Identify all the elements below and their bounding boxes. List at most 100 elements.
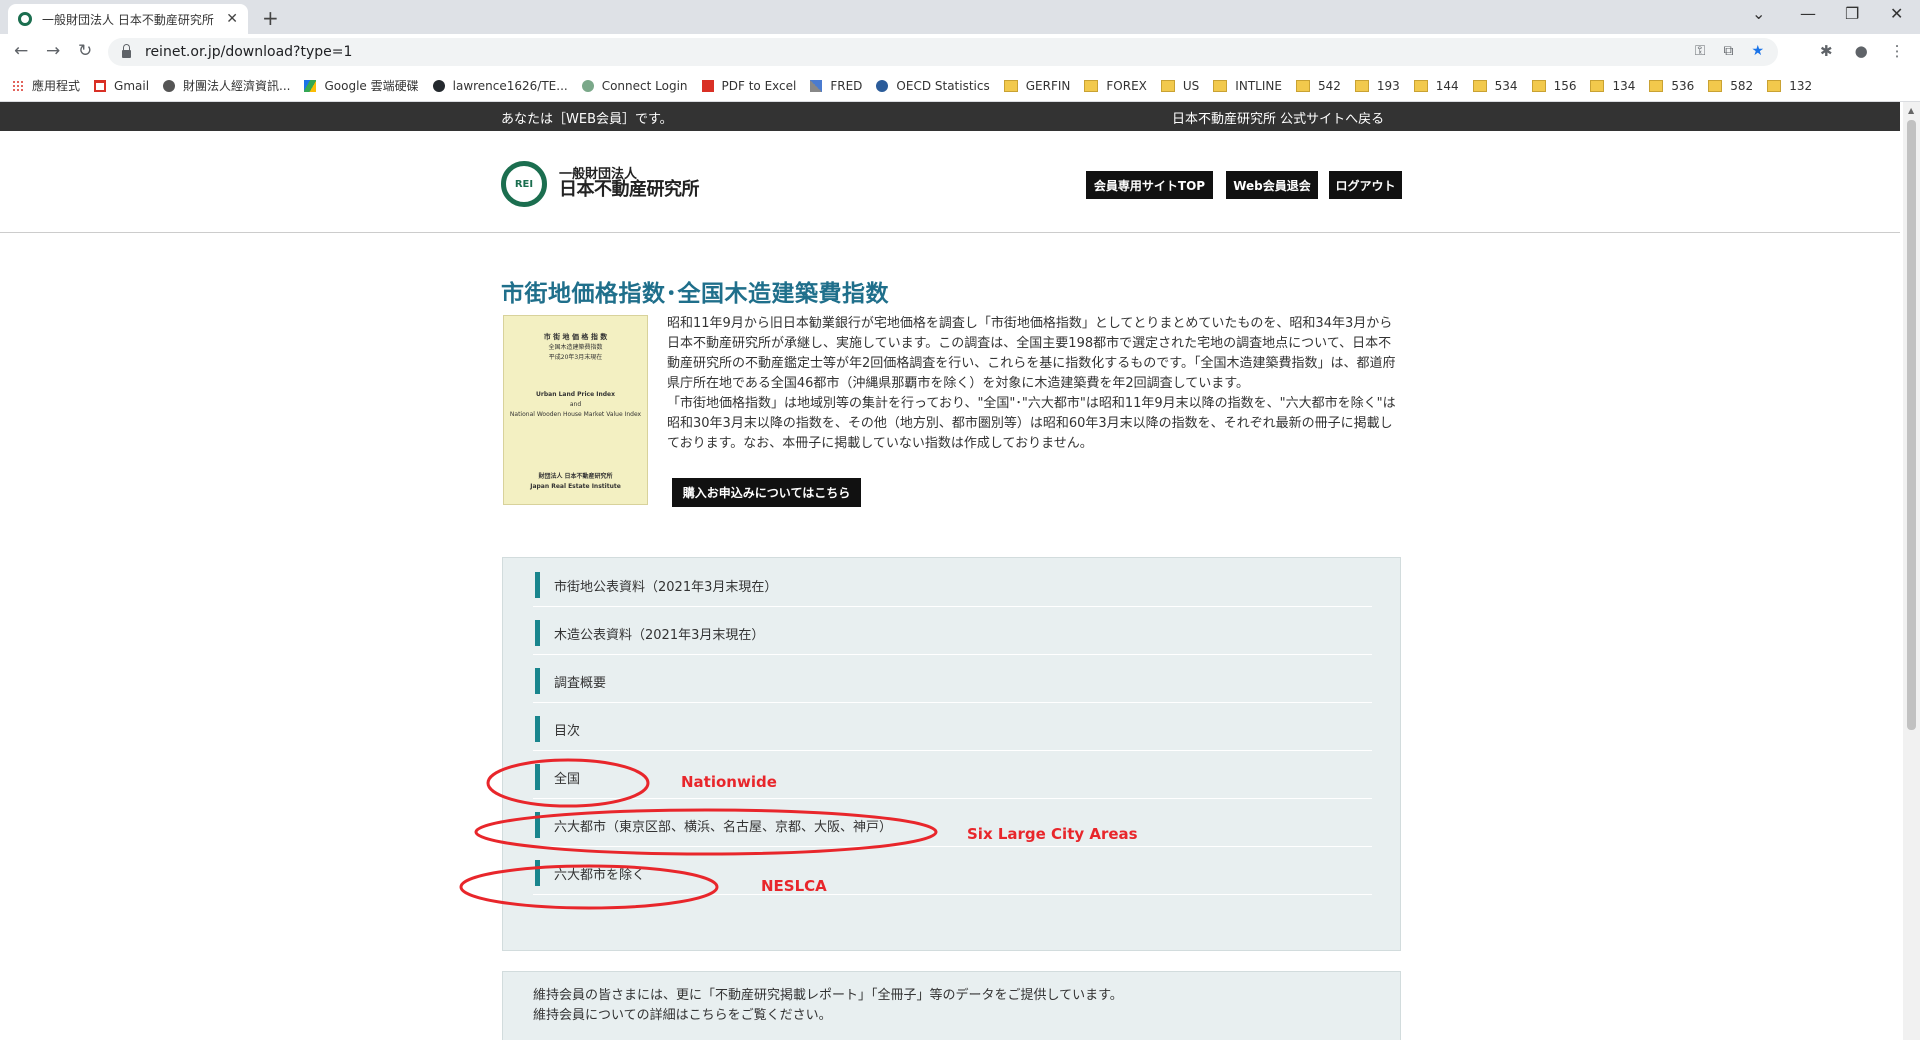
bookmark-item[interactable]: 582: [1708, 79, 1753, 93]
folder-icon: [1413, 79, 1428, 92]
bookmark-star-icon[interactable]: ★: [1751, 43, 1764, 59]
folder-icon: [1354, 79, 1369, 92]
url-text[interactable]: reinet.or.jp/download?type=1: [145, 44, 352, 60]
translate-icon[interactable]: ⧉: [1723, 43, 1733, 59]
bookmark-label: 財團法人經濟資訊...: [183, 79, 291, 93]
page-viewport: あなたは［WEB会員］です。 日本不動産研究所 公式サイトへ戻る REI 一般財…: [0, 102, 1900, 1040]
bookmark-label: FRED: [830, 78, 863, 93]
bookmark-item[interactable]: 132: [1767, 79, 1812, 93]
bookmark-item[interactable]: 156: [1531, 78, 1577, 93]
rei-favicon-icon: [18, 12, 32, 26]
folder-icon: [1767, 79, 1782, 92]
bookmark-label: 582: [1730, 78, 1754, 93]
bookmark-label: Connect Login: [601, 78, 688, 93]
bookmark-label: Google 雲端硬碟: [324, 79, 419, 93]
bookmark-label: INTLINE: [1235, 78, 1282, 93]
bookmark-item[interactable]: lawrence1626/TE...: [432, 78, 568, 93]
annotation-six-large: Six Large City Areas: [967, 825, 1138, 843]
bookmark-item[interactable]: 應用程式: [12, 77, 80, 94]
folder-icon: [1295, 79, 1310, 92]
bookmark-label: 534: [1494, 78, 1518, 93]
bookmark-item[interactable]: Gmail: [94, 79, 149, 93]
bookmark-label: 536: [1671, 78, 1695, 93]
annotation-nationwide: Nationwide: [681, 773, 777, 791]
bookmark-item[interactable]: FOREX: [1084, 79, 1147, 93]
scroll-up-icon[interactable]: ▲: [1908, 106, 1914, 115]
extensions-icon[interactable]: ✱: [1820, 42, 1833, 60]
bookmark-item[interactable]: US: [1160, 78, 1200, 93]
bookmark-label: 144: [1435, 78, 1459, 93]
bookmarks-bar: 應用程式 Gmail 財團法人經濟資訊... Google 雲端硬碟 lawrence1…: [0, 70, 1920, 102]
annotation-circle-nationwide: [486, 758, 650, 808]
folder-icon: [1472, 79, 1487, 92]
folder-icon: [1590, 79, 1605, 92]
bookmark-item[interactable]: 534: [1472, 78, 1518, 93]
folder-icon: [1708, 79, 1723, 92]
bookmark-item[interactable]: GERFIN: [1003, 78, 1071, 93]
bookmark-label: PDF to Excel: [721, 78, 797, 93]
annotation-circle-neslca: [459, 864, 719, 910]
bookmark-item[interactable]: 193: [1354, 78, 1400, 93]
bookmark-label: Gmail: [114, 78, 150, 93]
bookmark-item[interactable]: Google 雲端硬碟: [304, 77, 419, 94]
restore-icon[interactable]: ❐: [1845, 4, 1859, 23]
key-icon[interactable]: ⚿: [1695, 43, 1706, 59]
chart-icon: [810, 79, 823, 92]
browser-tabstrip: 一般財団法人 日本不動産研究所 ✕ + ⌄ — ❐ ✕: [0, 0, 1920, 34]
bookmark-label: 132: [1789, 78, 1813, 93]
folder-icon: [1531, 79, 1546, 92]
menu-icon[interactable]: ⋮: [1890, 42, 1905, 60]
bookmark-label: lawrence1626/TE...: [452, 78, 568, 93]
bookmark-label: US: [1182, 78, 1200, 93]
tab-close-icon[interactable]: ✕: [226, 11, 238, 27]
profile-icon[interactable]: ●: [1855, 42, 1868, 60]
minimize-icon[interactable]: —: [1800, 4, 1816, 23]
folder-icon: [1160, 79, 1175, 92]
bookmark-item[interactable]: INTLINE: [1213, 79, 1282, 93]
browser-tab[interactable]: 一般財団法人 日本不動産研究所 ✕: [8, 4, 248, 34]
forward-icon[interactable]: →: [46, 41, 60, 61]
browser-toolbar: ← → ↻ reinet.or.jp/download?type=1 ⚿ ⧉ ★…: [0, 34, 1920, 70]
bookmark-item[interactable]: Connect Login: [581, 78, 688, 93]
bookmark-label: 應用程式: [32, 79, 81, 93]
new-tab-icon[interactable]: +: [262, 6, 279, 30]
folder-icon: [1213, 79, 1228, 92]
pdf-icon: [701, 79, 714, 92]
folder-icon: [1649, 79, 1664, 92]
bookmark-item[interactable]: 134: [1590, 79, 1635, 93]
scroll-thumb[interactable]: [1907, 120, 1916, 730]
annotation-neslca: NESLCA: [761, 877, 827, 895]
bookmark-item[interactable]: 財團法人經濟資訊...: [163, 77, 290, 94]
annotation-circle-six-large: [474, 808, 938, 856]
reload-icon[interactable]: ↻: [78, 41, 92, 61]
bookmark-item[interactable]: OECD Statistics: [876, 78, 990, 93]
window-close-icon[interactable]: ✕: [1890, 4, 1903, 23]
bookmark-label: GERFIN: [1025, 78, 1071, 93]
globe-icon: [163, 79, 176, 92]
bookmark-label: 193: [1376, 78, 1400, 93]
folder-icon: [1003, 79, 1018, 92]
connect-icon: [581, 79, 594, 92]
bookmark-item[interactable]: 542: [1295, 78, 1341, 93]
bookmark-item[interactable]: 144: [1413, 78, 1459, 93]
lock-icon[interactable]: [122, 44, 131, 58]
apps-icon: [12, 79, 24, 92]
annotation-overlay: [459, 758, 938, 910]
bookmark-item[interactable]: FRED: [810, 79, 862, 93]
tab-search-icon[interactable]: ⌄: [1752, 4, 1765, 23]
github-icon: [432, 79, 445, 92]
bookmark-label: 156: [1553, 78, 1577, 93]
folder-icon: [1084, 79, 1099, 92]
back-icon[interactable]: ←: [14, 41, 28, 61]
tab-title: 一般財団法人 日本不動産研究所: [42, 12, 214, 27]
bookmark-label: OECD Statistics: [896, 78, 990, 93]
bookmark-item[interactable]: 536: [1649, 79, 1694, 93]
oecd-icon: [876, 79, 889, 92]
bookmark-item[interactable]: PDF to Excel: [701, 78, 797, 93]
gmail-icon: [94, 79, 107, 92]
bookmark-label: 542: [1317, 78, 1341, 93]
bookmark-label: FOREX: [1106, 78, 1147, 93]
page-scrollbar[interactable]: ▲: [1903, 102, 1920, 1040]
address-bar[interactable]: reinet.or.jp/download?type=1 ⚿ ⧉ ★: [108, 38, 1778, 66]
bookmark-label: 134: [1612, 78, 1636, 93]
